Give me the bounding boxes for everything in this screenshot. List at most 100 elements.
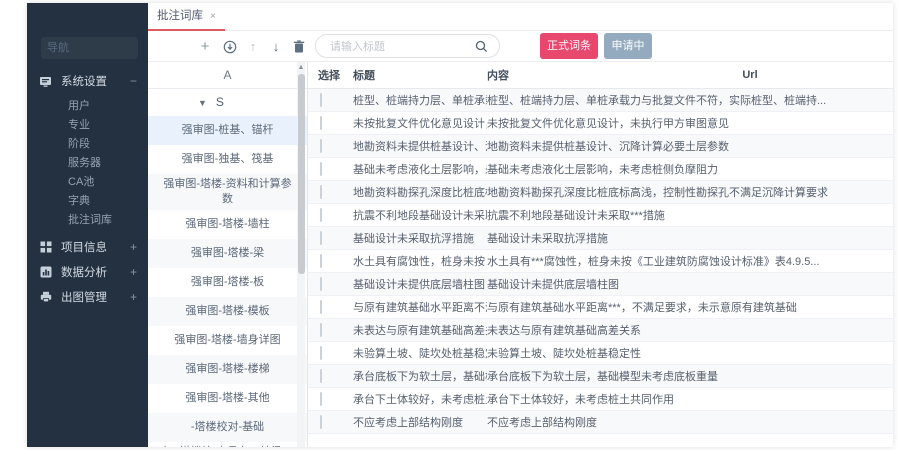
main-area: 批注词库× + ↑ ↓ 请输入标题 正式词条 申请中 <box>148 3 893 447</box>
scroll-up-icon[interactable]: ▲ <box>297 64 305 71</box>
col-header-content: 内容 <box>487 67 893 83</box>
category-group-label: S <box>216 95 224 109</box>
tab-bar: 批注词库× <box>148 3 893 31</box>
row-checkbox[interactable] <box>320 392 322 406</box>
row-content: 桩型、桩端持力层、单桩承载力与批复文件不符，实际桩型、桩端持... <box>487 92 893 108</box>
sidebar-nav-search-input[interactable]: 导航 <box>41 37 138 59</box>
category-item[interactable]: 强审图-独基、筏基 <box>148 145 307 174</box>
row-checkbox[interactable] <box>320 116 322 130</box>
table-row[interactable]: 基础未考虑液化土层影响，未考虑... 基础未考虑液化土层影响，未考虑桩侧负摩阻力 <box>308 158 893 181</box>
sidebar-section-label: 项目信息 <box>61 239 107 255</box>
category-item[interactable]: 强审图-塔楼-资料和计算参数 <box>148 174 307 210</box>
category-item[interactable]: 强审图-塔楼-其他 <box>148 384 307 413</box>
search-input[interactable]: 请输入标题 <box>315 34 500 58</box>
row-checkbox[interactable] <box>320 208 322 222</box>
category-item[interactable]: 强审图-塔楼-楼梯 <box>148 355 307 384</box>
row-content: 地勘资料勘探孔深度比桩底标高浅，控制性勘探孔不满足沉降计算要求 <box>487 184 893 200</box>
row-content: 基础设计未提供底层墙柱图 <box>487 276 893 292</box>
move-down-icon[interactable]: ↓ <box>267 31 285 62</box>
row-checkbox[interactable] <box>320 346 322 360</box>
row-checkbox[interactable] <box>320 231 322 245</box>
delete-icon[interactable] <box>290 31 308 62</box>
tab-annotation-lexicon[interactable]: 批注词库× <box>148 3 225 31</box>
table-row[interactable]: 抗震不利地段基础设计未采取必要... 抗震不利地段基础设计未采取***措施 <box>308 204 893 227</box>
category-item[interactable]: 强审图-塔楼-墙身详图 <box>148 326 307 355</box>
category-group[interactable]: ▼S <box>148 89 307 116</box>
sidebar-section-project-info[interactable]: 项目信息 + <box>27 234 148 259</box>
row-checkbox[interactable] <box>320 277 322 291</box>
row-checkbox[interactable] <box>320 415 322 429</box>
scrollbar-thumb[interactable] <box>298 74 305 274</box>
table-row[interactable]: 基础设计未提供底层墙柱图 基础设计未提供底层墙柱图 <box>308 273 893 296</box>
sidebar-item[interactable]: 批注词库 <box>27 211 148 230</box>
sidebar-section-label: 系统设置 <box>61 73 107 89</box>
row-checkbox[interactable] <box>320 93 322 107</box>
col-header-select: 选择 <box>308 67 353 83</box>
category-item[interactable]: 强审图-塔楼-梁 <box>148 239 307 268</box>
category-panel-header: A <box>148 62 307 89</box>
close-icon[interactable]: × <box>210 11 216 22</box>
table-row[interactable]: 水土具有腐蚀性，桩身未按《工业... 水土具有***腐蚀性，桩身未按《工业建筑防… <box>308 250 893 273</box>
sidebar-item[interactable]: 用户 <box>27 97 148 116</box>
table-row[interactable]: 不应考虑上部结构刚度 不应考虑上部结构刚度 <box>308 411 893 434</box>
row-title: 地勘资料勘探孔深度比桩底标高浅... <box>353 184 487 200</box>
table-row[interactable]: 承台底板下为软土层，基础模型未... 承台底板下为软土层，基础模型未考虑底板重量 <box>308 365 893 388</box>
category-item-label: 强审图-桩基、锚杆 <box>182 123 274 138</box>
row-checkbox[interactable] <box>320 300 322 314</box>
table-row[interactable]: 未按批复文件优化意见设计，未执... 未按批复文件优化意见设计，未执行甲方审图意… <box>308 112 893 135</box>
applying-button[interactable]: 申请中 <box>604 33 652 59</box>
move-up-icon[interactable]: ↑ <box>244 31 262 62</box>
table-row[interactable]: 地勘资料未提供桩基设计、沉降计... 地勘资料未提供桩基设计、沉降计算必要土层参… <box>308 135 893 158</box>
category-item[interactable]: 强审图-桩基、锚杆 <box>148 116 307 145</box>
sidebar-item[interactable]: CA池 <box>27 173 148 192</box>
table-row[interactable]: 承台下土体较好，未考虑桩土共同... 承台下土体较好，未考虑桩土共同作用 <box>308 388 893 411</box>
category-item-label: 强审图-塔楼-墙身详图 <box>174 333 280 348</box>
table-row[interactable]: 基础设计未采取抗浮措施 基础设计未采取抗浮措施 <box>308 227 893 250</box>
table-body: 桩型、桩端持力层、单桩承载力与... 桩型、桩端持力层、单桩承载力与批复文件不符… <box>308 89 893 434</box>
download-icon[interactable] <box>221 31 239 62</box>
table-row[interactable]: 与原有建筑基础水平距离不满足要... 与原有建筑基础水平距离***，不满足要求，… <box>308 296 893 319</box>
row-checkbox[interactable] <box>320 139 322 153</box>
row-checkbox[interactable] <box>320 254 322 268</box>
row-title: 桩型、桩端持力层、单桩承载力与... <box>353 92 487 108</box>
chevron-down-icon[interactable]: ▼ <box>198 98 207 108</box>
scrollbar[interactable]: ▲ <box>297 62 305 447</box>
sidebar-item[interactable]: 字典 <box>27 192 148 211</box>
category-item[interactable]: 强审图-塔楼-墙柱 <box>148 210 307 239</box>
table-row[interactable]: 桩型、桩端持力层、单桩承载力与... 桩型、桩端持力层、单桩承载力与批复文件不符… <box>308 89 893 112</box>
sidebar-item[interactable]: 服务器 <box>27 154 148 173</box>
expand-icon[interactable]: + <box>130 240 137 254</box>
row-content: 基础设计未采取抗浮措施 <box>487 230 893 246</box>
project-info-icon <box>39 240 52 253</box>
category-item[interactable]: 强审图-塔楼-板 <box>148 268 307 297</box>
sidebar-section-data-analysis[interactable]: 数据分析 + <box>27 259 148 284</box>
sidebar-section-system-settings[interactable]: 系统设置 − <box>27 67 148 95</box>
sidebar-section-label: 出图管理 <box>61 289 107 305</box>
app-window: 导航 系统设置 − 用户专业阶段服务器CA池字典批注词库 项目信息 + 数据分析… <box>27 3 893 447</box>
row-checkbox[interactable] <box>320 369 322 383</box>
row-title: 未按批复文件优化意见设计，未执... <box>353 115 487 131</box>
sidebar-section-plot-management[interactable]: 出图管理 + <box>27 284 148 309</box>
row-checkbox[interactable] <box>320 162 322 176</box>
row-checkbox[interactable] <box>320 185 322 199</box>
expand-icon[interactable]: + <box>130 265 137 279</box>
row-content: 未表达与原有建筑基础高差关系 <box>487 322 893 338</box>
add-icon[interactable]: + <box>196 31 214 62</box>
category-item-label: 强审图-塔楼-墙柱 <box>185 217 269 232</box>
expand-icon[interactable]: + <box>130 290 137 304</box>
row-checkbox[interactable] <box>320 323 322 337</box>
formal-entry-button[interactable]: 正式词条 <box>540 33 598 59</box>
row-content: 水土具有***腐蚀性，桩身未按《工业建筑防腐蚀设计标准》表4.9.5... <box>487 253 893 269</box>
search-icon[interactable] <box>475 40 488 53</box>
toolbar: + ↑ ↓ 请输入标题 正式词条 申请中 <box>148 31 893 62</box>
category-item[interactable]: 仁:-塔楼校对-承台、地梁、底板 <box>148 442 307 447</box>
sidebar-item[interactable]: 专业 <box>27 116 148 135</box>
table-row[interactable]: 未表达与原有建筑基础高差关系 未表达与原有建筑基础高差关系 <box>308 319 893 342</box>
row-title: 与原有建筑基础水平距离不满足要... <box>353 299 487 315</box>
table-row[interactable]: 未验算土坡、陡坎处桩基稳定性 未验算土坡、陡坎处桩基稳定性 <box>308 342 893 365</box>
collapse-icon[interactable]: − <box>130 74 137 88</box>
category-item[interactable]: -塔楼校对-基础 <box>148 413 307 442</box>
category-item[interactable]: 强审图-塔楼-模板 <box>148 297 307 326</box>
table-row[interactable]: 地勘资料勘探孔深度比桩底标高浅... 地勘资料勘探孔深度比桩底标高浅，控制性勘探… <box>308 181 893 204</box>
sidebar-item[interactable]: 阶段 <box>27 135 148 154</box>
